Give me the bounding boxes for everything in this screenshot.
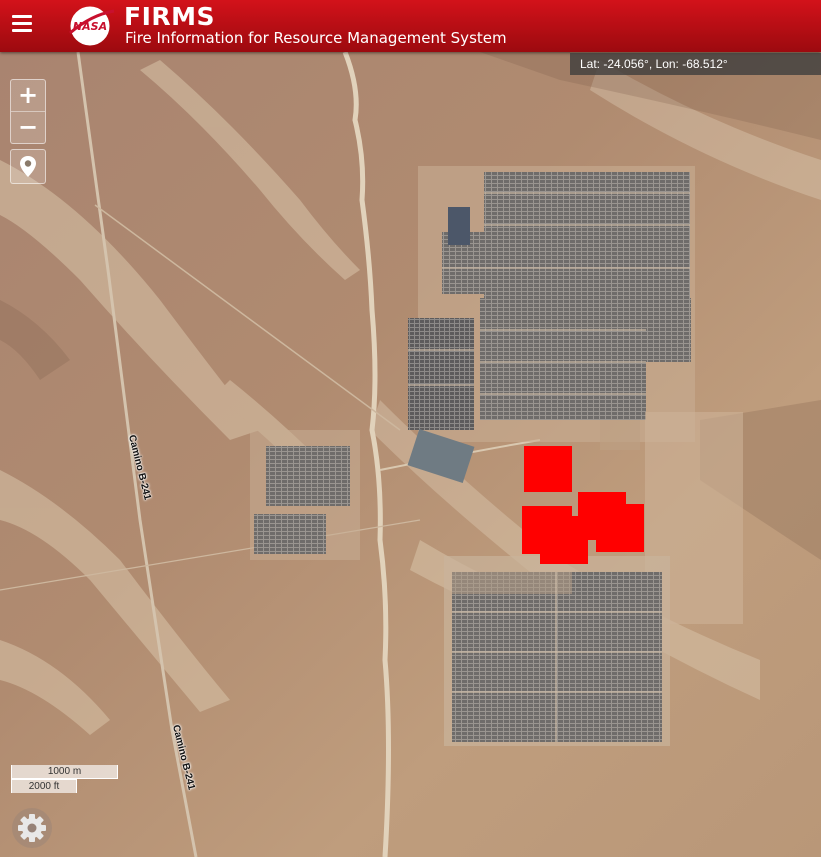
settings-button[interactable] <box>10 806 54 850</box>
zoom-in-button[interactable]: + <box>11 80 45 111</box>
gear-icon <box>12 808 52 848</box>
satellite-map[interactable] <box>0 52 821 857</box>
app-header: NASA FIRMS Fire Information for Resource… <box>0 0 821 52</box>
app-title: FIRMS <box>124 2 216 31</box>
scale-metric: 1000 m <box>11 765 118 779</box>
coordinate-readout: Lat: -24.056°, Lon: -68.512° <box>570 53 821 75</box>
fire-detection-marker[interactable] <box>596 504 644 552</box>
menu-icon[interactable] <box>12 15 32 35</box>
svg-text:NASA: NASA <box>73 20 107 33</box>
zoom-out-button[interactable]: − <box>11 111 45 143</box>
zoom-control: + − <box>10 79 46 144</box>
nasa-logo: NASA <box>69 6 115 46</box>
locate-button[interactable] <box>10 149 46 184</box>
map-pin-icon <box>20 156 36 177</box>
fire-detections-layer <box>522 446 644 564</box>
scale-imperial: 2000 ft <box>11 779 77 793</box>
fire-detection-marker[interactable] <box>524 446 572 492</box>
app-subtitle: Fire Information for Resource Management… <box>125 29 507 47</box>
fire-detection-marker[interactable] <box>540 516 588 564</box>
scale-bar: 1000 m 2000 ft <box>11 765 118 793</box>
